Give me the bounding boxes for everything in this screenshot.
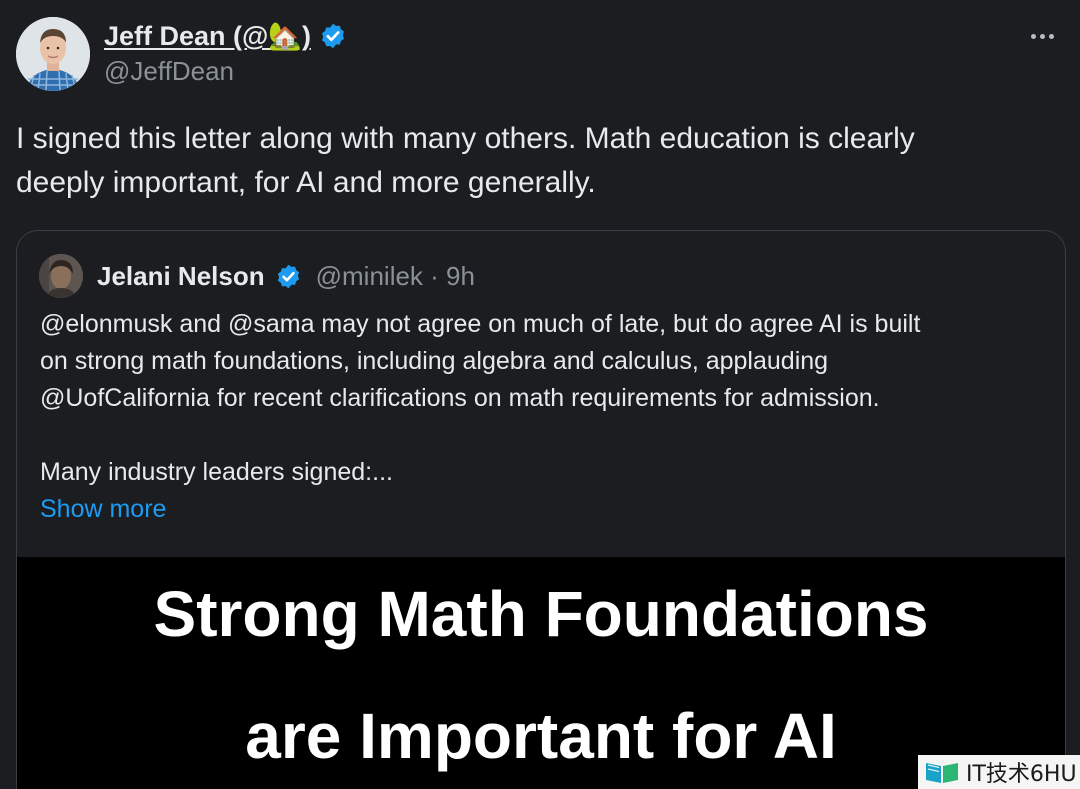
quoted-tweet-line: on strong math foundations, including al… [40,347,829,375]
author-handle[interactable]: @JeffDean [104,56,234,87]
tweet-page: Jeff Dean (@🏡) @JeffDean I signed this l… [0,0,1080,789]
verified-badge-icon[interactable] [275,263,302,290]
media-text-line: Strong Math Foundations [153,578,929,650]
quoted-tweet-body: @elonmusk and @sama may not agree on muc… [40,306,1050,528]
quoted-tweet-card[interactable]: Jelani Nelson @minilek · 9h @elonmusk an… [16,230,1066,789]
more-horizontal-icon [1030,33,1036,39]
media-text-line: are Important for AI [245,700,837,772]
quoted-author-name[interactable]: Jelani Nelson [97,261,265,292]
watermark-text: IT技术6HU [966,762,1077,787]
verified-badge-icon[interactable] [319,22,347,50]
author-display-name[interactable]: Jeff Dean (@🏡) [104,20,311,52]
quoted-tweet-line: @elonmusk and @sama may not agree on muc… [40,310,921,338]
more-options-button[interactable] [1022,22,1062,50]
quoted-author-avatar[interactable] [39,254,83,298]
tweet-text: I signed this letter along with many oth… [16,117,1056,205]
show-more-link[interactable]: Show more [40,491,166,528]
author-name-row: Jeff Dean (@🏡) [104,18,347,54]
quoted-tweet-header: Jelani Nelson @minilek · 9h [39,253,475,299]
quoted-tweet-line: Many industry leaders signed:... [40,458,393,486]
quoted-tweet-line: @UofCalifornia for recent clarifications… [40,384,880,412]
quoted-tweet-media-image[interactable]: Strong Math Foundations are Important fo… [17,557,1065,789]
author-avatar[interactable] [16,17,90,91]
quoted-author-handle-time[interactable]: @minilek · 9h [316,261,475,292]
tweet-text-line: I signed this letter along with many oth… [16,122,915,155]
tweet-text-line: deeply important, for AI and more genera… [16,166,596,199]
book-logo-icon [924,759,960,785]
watermark: IT技术6HU [918,755,1080,789]
